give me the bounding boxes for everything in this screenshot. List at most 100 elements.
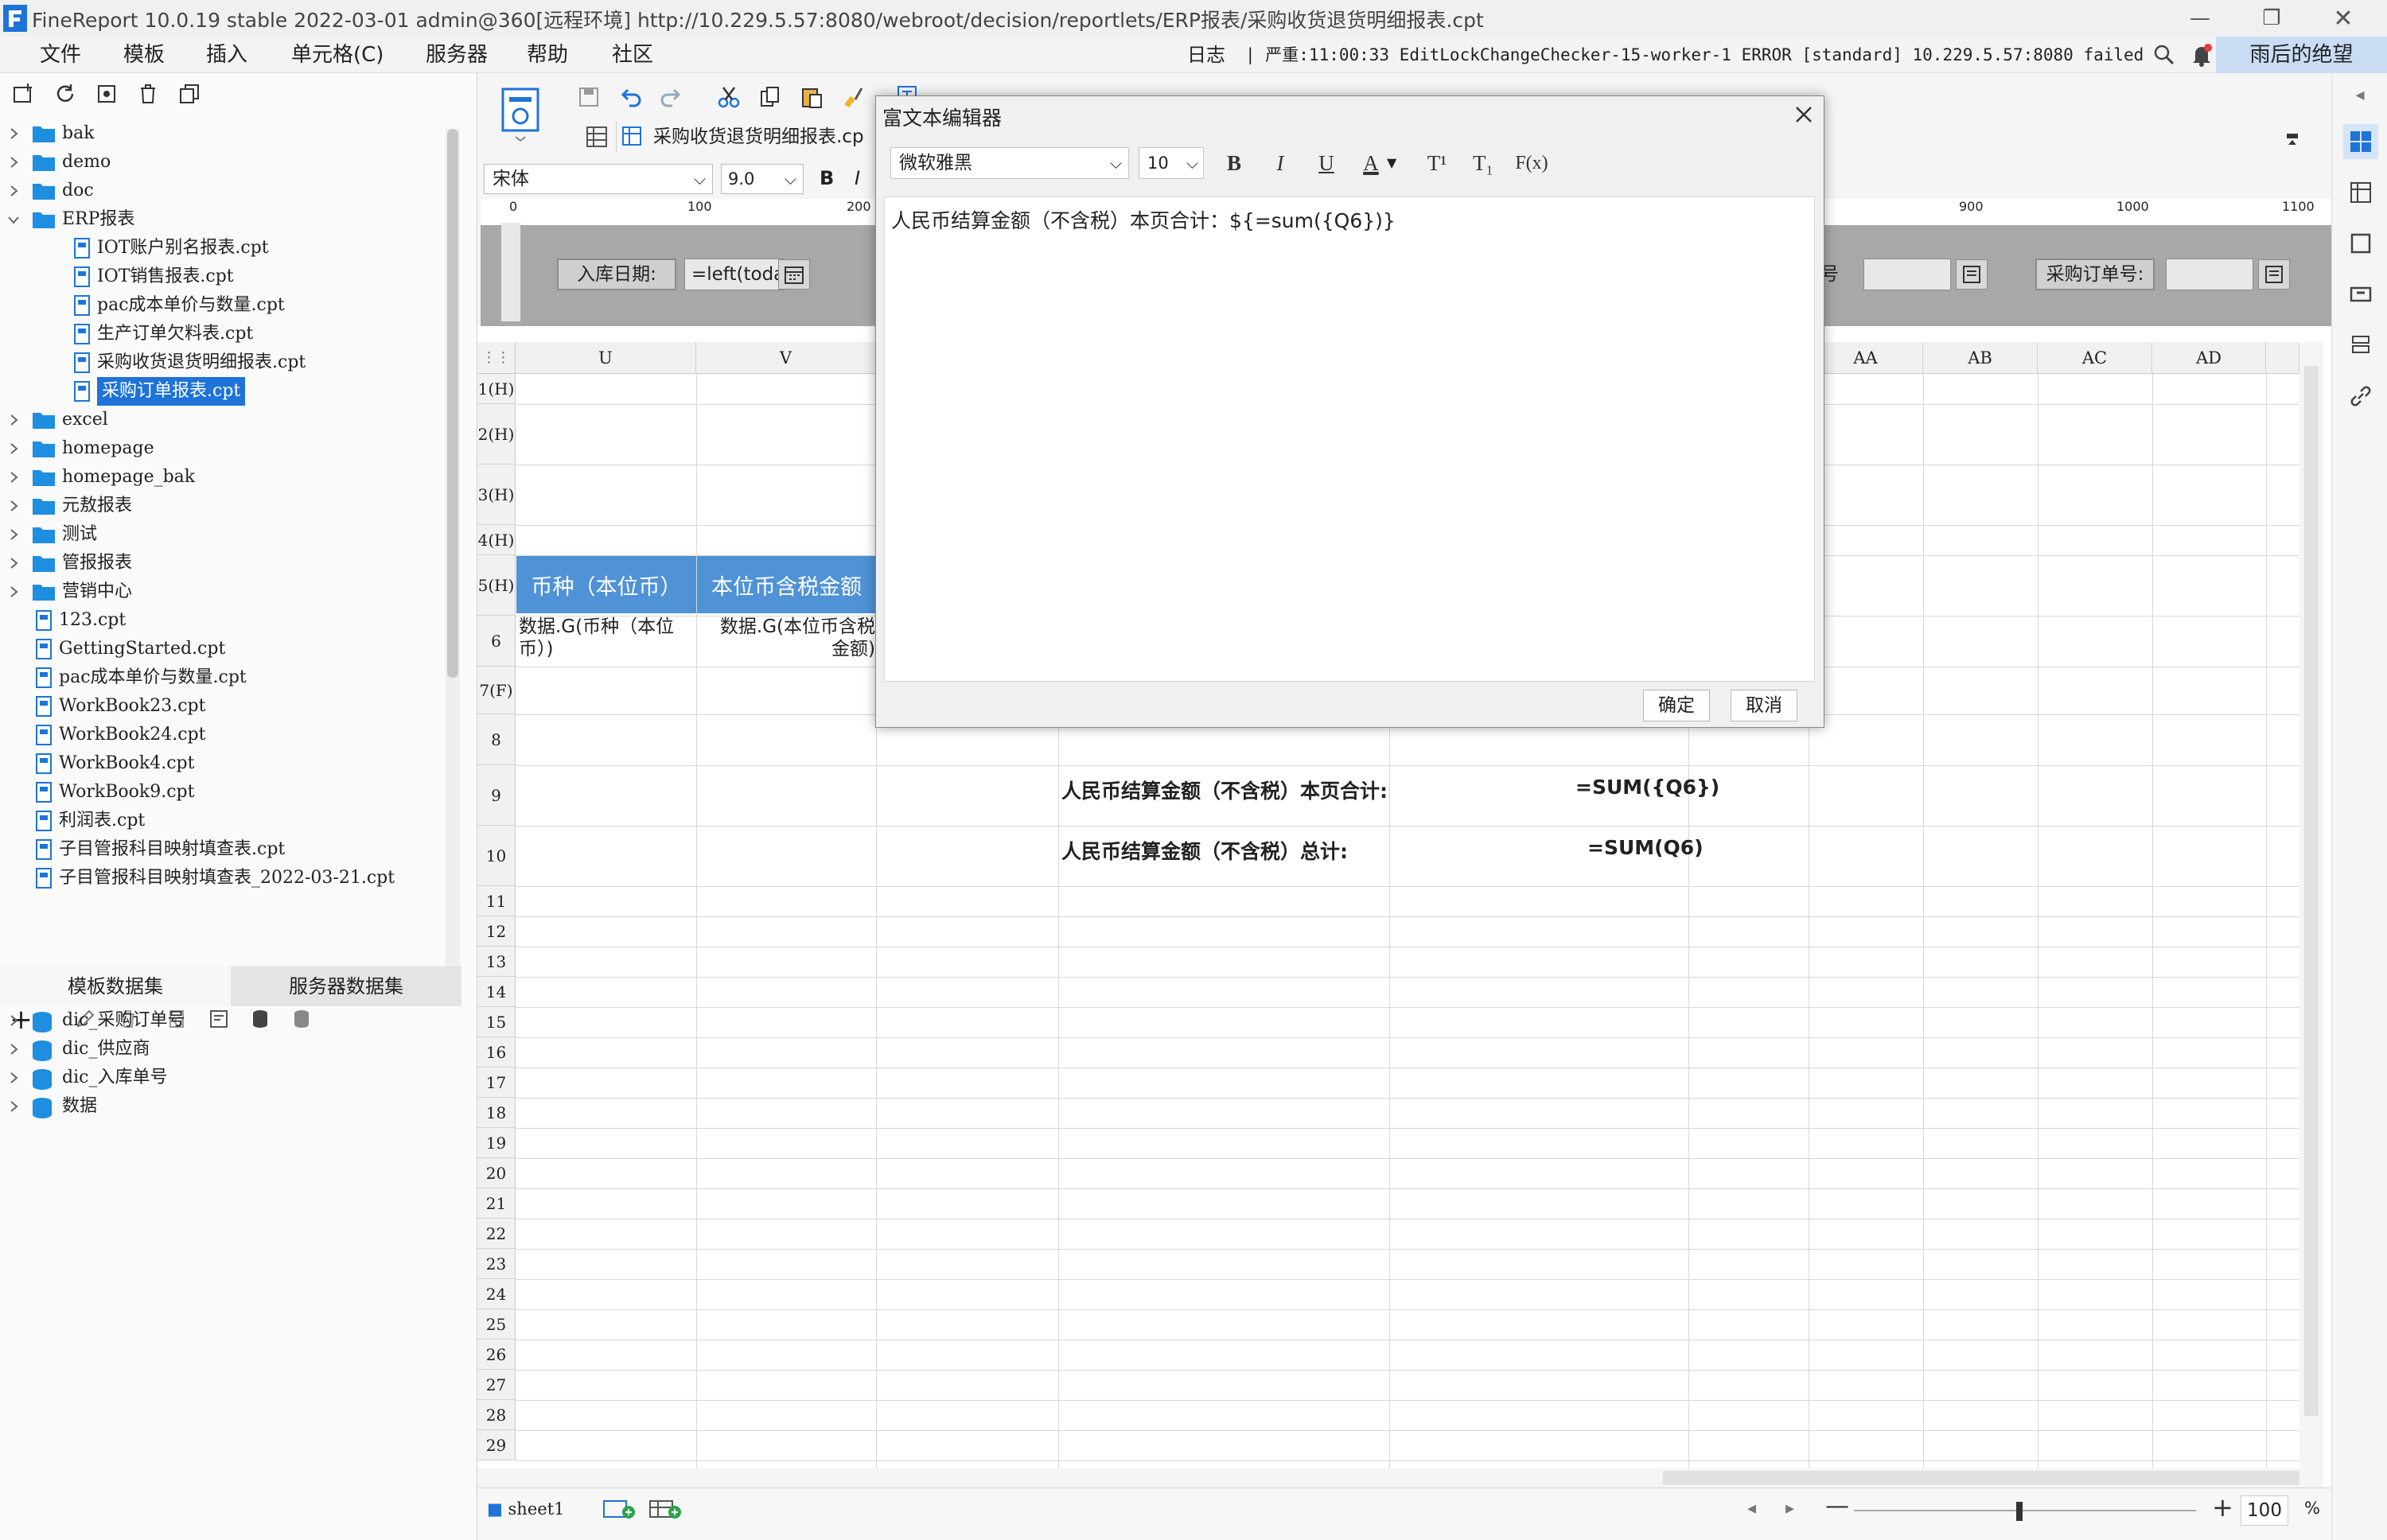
row-header[interactable]: 27	[477, 1370, 516, 1400]
close-icon[interactable]	[1790, 101, 1817, 128]
log-link[interactable]: 日志	[1187, 37, 1225, 73]
row-header[interactable]: 21	[477, 1188, 516, 1219]
row-header[interactable]: 17	[477, 1068, 516, 1098]
chevron-right-icon[interactable]	[6, 463, 21, 492]
menu-insert[interactable]: 插入	[206, 37, 247, 73]
summary-label-total[interactable]: 人民币结算金额（不含税）总计:	[1061, 836, 1348, 865]
save-icon[interactable]	[573, 81, 605, 113]
add-poly-sheet-icon[interactable]	[648, 1497, 684, 1521]
scroll-right-icon[interactable]: ▸	[1785, 1499, 1794, 1519]
redo-icon[interactable]	[656, 81, 687, 113]
tree-file[interactable]: IOT销售报表.cpt	[0, 262, 446, 291]
font-select[interactable]: 宋体 ⌵	[484, 164, 713, 194]
template-tab[interactable]: 采购收货退货明细报表.cp	[616, 121, 902, 153]
row-header[interactable]: 19	[477, 1128, 516, 1158]
copy-cell-icon[interactable]	[754, 81, 786, 113]
row-header[interactable]: 11	[477, 886, 516, 916]
dialog-font-size-select[interactable]: 10 ⌵	[1139, 147, 1204, 179]
close-button[interactable]: ✕	[2307, 0, 2379, 37]
tree-file[interactable]: 子目管报科目映射填查表_2022-03-21.cpt	[0, 864, 446, 892]
chevron-right-icon[interactable]	[6, 406, 21, 434]
dataset-item[interactable]: dic_供应商	[0, 1035, 446, 1064]
row-header[interactable]: 24	[477, 1279, 516, 1309]
row-header[interactable]: 1(H)	[477, 374, 516, 404]
condition-attributes-icon[interactable]	[2343, 277, 2378, 312]
locate-icon[interactable]	[92, 80, 121, 108]
widget-settings-icon[interactable]	[2343, 226, 2378, 261]
chevron-down-icon[interactable]	[6, 205, 21, 234]
row-header[interactable]: 6	[477, 616, 516, 667]
row-header[interactable]: 3(H)	[477, 465, 516, 525]
row-header[interactable]: 22	[477, 1219, 516, 1249]
cancel-button[interactable]: 取消	[1731, 690, 1797, 721]
log-message[interactable]: | 严重:11:00:33 EditLockChangeChecker-15-w…	[1245, 37, 2156, 73]
tree-scrollbar-thumb[interactable]	[447, 129, 458, 678]
chevron-right-icon[interactable]	[6, 148, 21, 177]
bold-button[interactable]: B	[820, 167, 834, 189]
row-header[interactable]: 7(F)	[477, 667, 516, 714]
minimize-button[interactable]: —	[2164, 0, 2236, 37]
undo-icon[interactable]	[614, 81, 646, 113]
chevron-right-icon[interactable]	[6, 1006, 21, 1035]
tree-folder[interactable]: homepage_bak	[0, 463, 446, 492]
dialog-superscript-button[interactable]: T¹	[1417, 147, 1457, 179]
maximize-button[interactable]: ❐	[2236, 0, 2307, 37]
tree-file[interactable]: WorkBook23.cpt	[0, 692, 446, 721]
tree-file[interactable]: WorkBook24.cpt	[0, 721, 446, 749]
row-header[interactable]: 13	[477, 947, 516, 977]
cell-attributes-icon[interactable]	[2343, 124, 2378, 159]
column-header[interactable]: V	[696, 342, 876, 374]
data-cell-currency[interactable]: 数据.G(币种（本位币）)	[519, 616, 694, 663]
tree-file[interactable]: IOT账户别名报表.cpt	[0, 234, 446, 262]
summary-formula-page[interactable]: =SUM({Q6})	[1575, 776, 1719, 799]
row-header[interactable]: 10	[477, 826, 516, 886]
tree-file[interactable]: 采购订单报表.cpt	[0, 377, 446, 406]
column-header[interactable]: AB	[1923, 342, 2038, 374]
tree-file[interactable]: pac成本单价与数量.cpt	[0, 663, 446, 692]
dialog-font-select[interactable]: 微软雅黑 ⌵	[890, 147, 1129, 179]
row-header[interactable]: 2(H)	[477, 404, 516, 465]
tree-file[interactable]: 利润表.cpt	[0, 807, 446, 835]
add-sheet-icon[interactable]	[602, 1497, 638, 1521]
tree-folder[interactable]: doc	[0, 177, 446, 205]
ok-button[interactable]: 确定	[1643, 690, 1710, 721]
format-painter-icon[interactable]	[837, 81, 869, 113]
grid-scrollbar-thumb[interactable]	[2304, 366, 2319, 1416]
menu-help[interactable]: 帮助	[527, 37, 568, 73]
zoom-slider-track[interactable]	[1854, 1510, 2196, 1511]
row-header[interactable]: 26	[477, 1340, 516, 1370]
italic-button[interactable]: I	[855, 167, 860, 189]
rich-text-area[interactable]: 人民币结算金额（不含税）本页合计：${=sum({Q6})}	[884, 196, 1815, 682]
dataset-item[interactable]: 数据	[0, 1092, 446, 1121]
chevron-right-icon[interactable]	[6, 578, 21, 606]
header-cell-currency[interactable]: 币种（本位币）	[516, 556, 696, 613]
tree-file[interactable]: 生产订单欠料表.cpt	[0, 320, 446, 348]
grid-layout-icon[interactable]	[581, 121, 613, 153]
tree-file[interactable]: pac成本单价与数量.cpt	[0, 291, 446, 320]
hyperlink-icon[interactable]	[2343, 379, 2378, 414]
chevron-right-icon[interactable]	[6, 492, 21, 520]
row-header[interactable]: 4(H)	[477, 525, 516, 555]
chevron-right-icon[interactable]	[6, 119, 21, 148]
column-header[interactable]: AC	[2038, 342, 2152, 374]
font-size-select[interactable]: 9.0 ⌵	[721, 164, 804, 194]
dialog-bold-button[interactable]: B	[1218, 147, 1250, 179]
rich-text-content[interactable]: 人民币结算金额（不含税）本页合计：${=sum({Q6})}	[891, 205, 1396, 234]
menu-template[interactable]: 模板	[123, 37, 165, 73]
dropdown-icon[interactable]	[1956, 259, 1988, 290]
select-all-corner[interactable]: ⋮⋮	[477, 342, 516, 374]
column-header[interactable]	[2266, 342, 2299, 374]
tree-folder[interactable]: 元敖报表	[0, 492, 446, 520]
chevron-right-icon[interactable]	[6, 177, 21, 205]
summary-formula-total[interactable]: =SUM(Q6)	[1587, 836, 1704, 859]
grid-horizontal-scrollbar[interactable]	[477, 1468, 2323, 1488]
tree-folder[interactable]: excel	[0, 406, 446, 434]
row-header[interactable]: 29	[477, 1430, 516, 1460]
row-header[interactable]: 12	[477, 916, 516, 947]
row-header[interactable]: 5(H)	[477, 555, 516, 616]
column-header[interactable]: AA	[1809, 342, 1923, 374]
tree-file[interactable]: 子目管报科目映射填查表.cpt	[0, 835, 446, 864]
tree-file[interactable]: WorkBook9.cpt	[0, 778, 446, 807]
tree-scrollbar[interactable]	[446, 129, 460, 988]
cell-element-icon[interactable]	[2343, 175, 2378, 210]
